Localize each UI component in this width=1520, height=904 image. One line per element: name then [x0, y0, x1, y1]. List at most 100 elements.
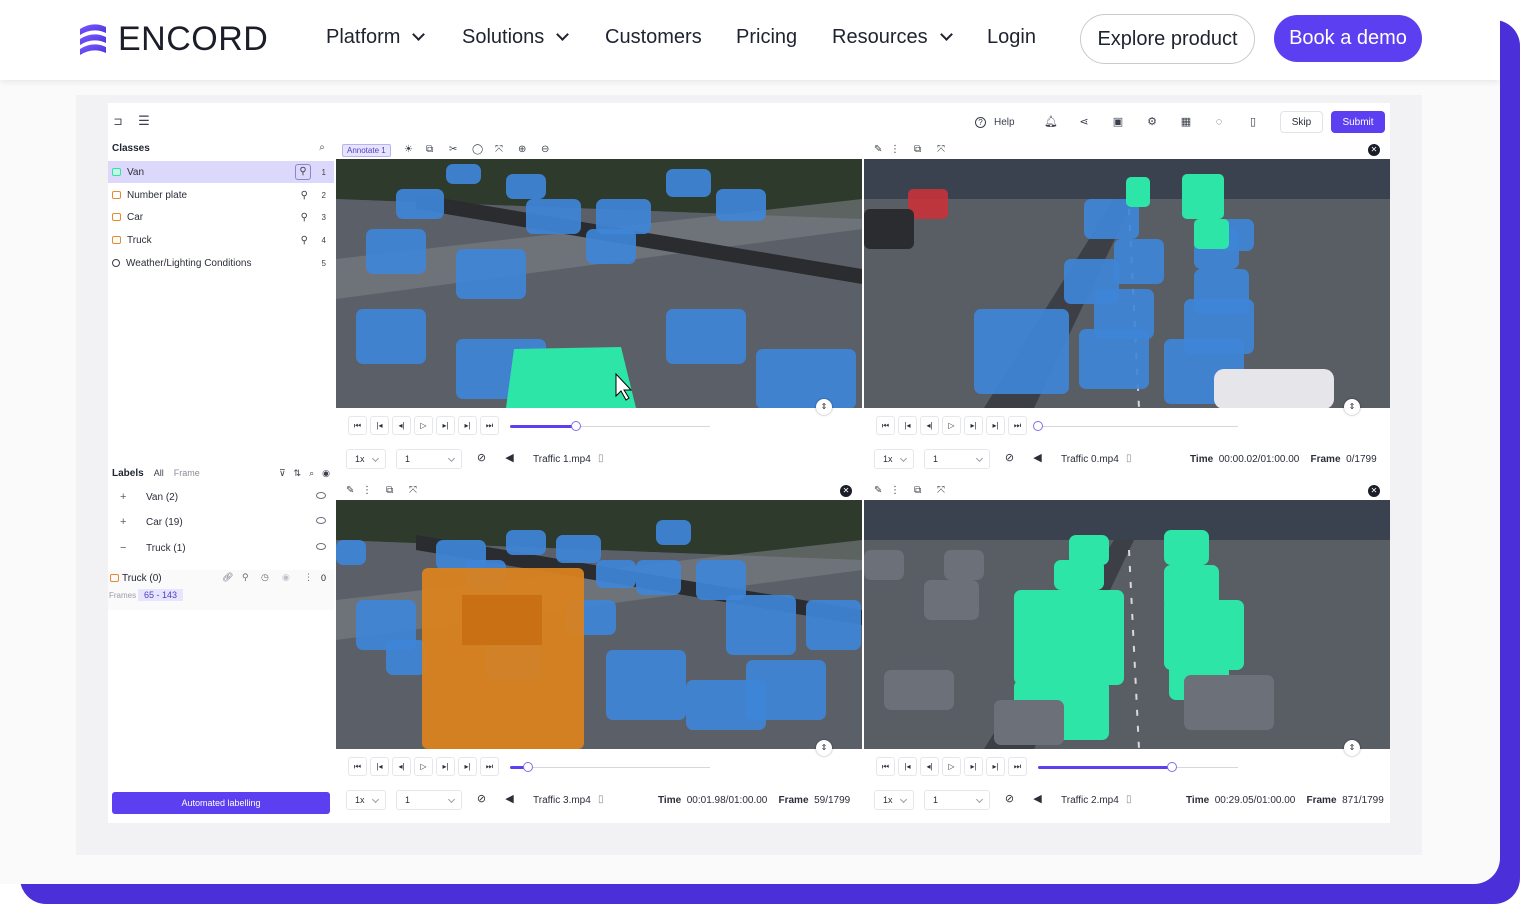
label-group-car[interactable]: + Car (19)	[108, 513, 334, 533]
step-back-icon[interactable]: ◂|	[920, 757, 939, 776]
prev-key-icon[interactable]: |◂	[370, 416, 389, 435]
nav-pricing[interactable]: Pricing	[736, 26, 797, 49]
eye-off-icon[interactable]: ◉	[282, 572, 290, 583]
skip-button[interactable]: Skip	[1280, 111, 1323, 133]
step-select[interactable]: 1	[396, 449, 462, 469]
brightness-icon[interactable]: ☀	[404, 144, 413, 155]
fit-icon[interactable]: ⤧	[409, 485, 417, 496]
step-forward-icon[interactable]: ▸|	[964, 757, 983, 776]
close-icon[interactable]: ✕	[1368, 485, 1380, 497]
book-demo-button[interactable]: Book a demo	[1274, 15, 1422, 62]
volume-icon[interactable]: ◀	[500, 450, 519, 469]
grid-icon[interactable]: ▦	[1180, 116, 1192, 128]
layers-icon[interactable]: ⧉	[914, 144, 921, 155]
bell-icon[interactable]: 🔔︎	[1044, 116, 1058, 128]
skip-end-icon[interactable]: ⏭	[1008, 416, 1027, 435]
compass-icon[interactable]: ⊘	[1000, 450, 1019, 469]
edit-icon[interactable]: ✎	[874, 144, 882, 155]
prev-key-icon[interactable]: |◂	[898, 757, 917, 776]
timeline-track[interactable]	[510, 767, 710, 768]
play-icon[interactable]: ▷	[942, 757, 961, 776]
eye-icon[interactable]: ◉	[322, 468, 330, 479]
step-back-icon[interactable]: ◂|	[392, 416, 411, 435]
layers-icon[interactable]: ⧉	[914, 485, 921, 496]
volume-icon[interactable]: ◀	[1028, 450, 1047, 469]
encord-logo[interactable]: ENCORD	[76, 20, 268, 59]
explore-product-button[interactable]: Explore product	[1080, 14, 1255, 64]
speed-select[interactable]: 1x	[874, 449, 914, 469]
eye-icon[interactable]	[316, 492, 326, 499]
edit-icon[interactable]: ✎	[874, 485, 882, 496]
more-icon[interactable]: ⋮	[890, 144, 900, 155]
search-icon[interactable]: ⌕	[316, 142, 328, 154]
skip-start-icon[interactable]: ⏮	[876, 757, 895, 776]
skip-end-icon[interactable]: ⏭	[480, 416, 499, 435]
speed-select[interactable]: 1x	[346, 790, 386, 810]
edit-icon[interactable]: ✎	[346, 485, 354, 496]
clock-icon[interactable]: ◷	[261, 572, 269, 583]
nav-customers[interactable]: Customers	[605, 26, 702, 49]
skip-start-icon[interactable]: ⏮	[348, 757, 367, 776]
more-icon[interactable]: ⋮	[362, 485, 372, 496]
fit-icon[interactable]: ⤧	[937, 144, 945, 155]
submit-button[interactable]: Submit	[1331, 111, 1385, 133]
prev-key-icon[interactable]: |◂	[898, 416, 917, 435]
class-row-truck[interactable]: Truck ⚲ 4	[108, 229, 334, 251]
step-forward-icon[interactable]: ▸|	[436, 416, 455, 435]
skip-start-icon[interactable]: ⏮	[348, 416, 367, 435]
eye-icon[interactable]	[316, 517, 326, 524]
nav-login[interactable]: Login	[987, 26, 1036, 49]
close-icon[interactable]: ✕	[1368, 144, 1380, 156]
comment-icon[interactable]: ◌	[1213, 116, 1225, 128]
next-key-icon[interactable]: ▸|	[986, 416, 1005, 435]
more-icon[interactable]: ⋮	[890, 485, 900, 496]
expand-icon[interactable]: +	[120, 491, 126, 503]
settings-icon[interactable]: ⚙	[1146, 116, 1158, 128]
wand-icon[interactable]: ⚲	[301, 212, 308, 223]
collapse-icon[interactable]: −	[120, 542, 126, 554]
video-frame[interactable]	[864, 500, 1390, 749]
step-back-icon[interactable]: ◂|	[920, 416, 939, 435]
annotate-chip[interactable]: Annotate 1	[342, 144, 391, 157]
speed-select[interactable]: 1x	[874, 790, 914, 810]
label-group-van[interactable]: + Van (2)	[108, 488, 334, 508]
timeline-knob[interactable]	[1167, 762, 1177, 772]
zoom-in-icon[interactable]: ⊕	[518, 144, 526, 155]
copy-icon[interactable]: ▯	[598, 453, 604, 464]
zoom-out-icon[interactable]: ⊖	[541, 144, 549, 155]
timeline-knob[interactable]	[571, 421, 581, 431]
class-row-van[interactable]: Van ⚲ 1	[108, 161, 334, 183]
close-icon[interactable]: ✕	[840, 485, 852, 497]
step-back-icon[interactable]: ◂|	[392, 757, 411, 776]
next-key-icon[interactable]: ▸|	[986, 757, 1005, 776]
compass-icon[interactable]: ⊘	[1000, 791, 1019, 810]
label-item-truck[interactable]: Truck (0) 🔗︎ ⚲ ◷ ◉ ⋮ 0 Frames 65 - 143	[108, 570, 334, 610]
volume-icon[interactable]: ◀	[1028, 791, 1047, 810]
share-icon[interactable]: ⋖	[1078, 116, 1090, 128]
step-select[interactable]: 1	[396, 790, 462, 810]
copy-icon[interactable]: ▯	[1126, 794, 1132, 805]
class-row-weather[interactable]: Weather/Lighting Conditions 5	[108, 252, 334, 274]
nav-solutions[interactable]: Solutions	[462, 26, 570, 49]
volume-icon[interactable]: ◀	[500, 791, 519, 810]
prev-key-icon[interactable]: |◂	[370, 757, 389, 776]
frames-range[interactable]: 65 - 143	[138, 589, 184, 601]
wand-icon[interactable]: ⚲	[295, 164, 311, 180]
nav-resources[interactable]: Resources	[832, 26, 953, 49]
timeline-knob[interactable]	[523, 762, 533, 772]
filter-icon[interactable]: ⊽	[279, 468, 286, 479]
next-key-icon[interactable]: ▸|	[458, 757, 477, 776]
search-icon[interactable]: ⌕	[309, 468, 314, 479]
skip-end-icon[interactable]: ⏭	[480, 757, 499, 776]
timeline-track[interactable]	[1038, 426, 1238, 427]
expand-icon[interactable]: +	[120, 516, 126, 528]
video-frame[interactable]	[336, 159, 862, 408]
copy-icon[interactable]: ▯	[598, 794, 604, 805]
layers-icon[interactable]: ⧉	[426, 144, 433, 155]
layers-icon[interactable]: ⧉	[386, 485, 393, 496]
step-forward-icon[interactable]: ▸|	[436, 757, 455, 776]
label-group-truck[interactable]: − Truck (1)	[108, 539, 334, 559]
circle-icon[interactable]: ◯	[472, 144, 483, 155]
copy-icon[interactable]: ▯	[1126, 453, 1132, 464]
class-row-car[interactable]: Car ⚲ 3	[108, 206, 334, 228]
